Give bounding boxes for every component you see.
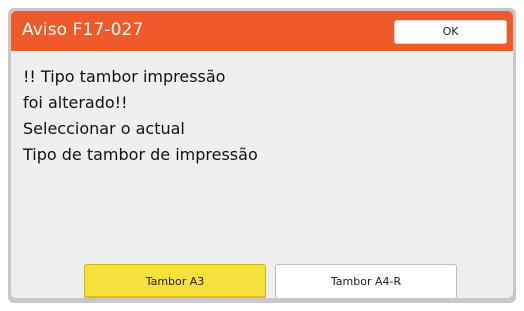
message-line: foi alterado!! — [23, 93, 128, 112]
dialog-title-bar: Aviso F17-027 OK — [11, 11, 513, 51]
drum-a4r-button[interactable]: Tambor A4-R — [275, 264, 457, 298]
warning-dialog: Aviso F17-027 OK !! Tipo tambor impressã… — [11, 11, 513, 298]
ok-button[interactable]: OK — [394, 20, 507, 44]
message-line: Tipo de tambor de impressão — [23, 145, 258, 164]
dialog-frame: Aviso F17-027 OK !! Tipo tambor impressã… — [8, 8, 516, 303]
dialog-message: !! Tipo tambor impressão foi alterado!! … — [23, 64, 503, 168]
message-line: !! Tipo tambor impressão — [23, 67, 226, 86]
drum-a3-button[interactable]: Tambor A3 — [84, 264, 266, 298]
message-line: Seleccionar o actual — [23, 119, 185, 138]
dialog-title: Aviso F17-027 — [22, 20, 144, 40]
